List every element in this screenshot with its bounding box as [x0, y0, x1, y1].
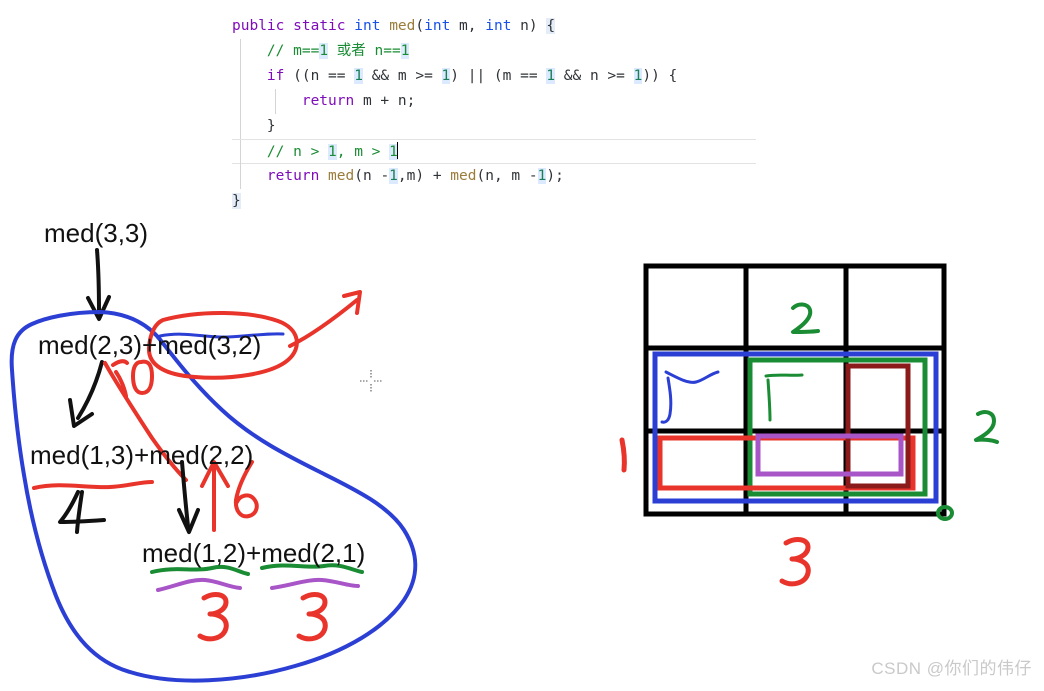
recursion-tree-diagram: med(3,3) med(2,3)+med(3,2) med(1,3)+med(… — [0, 200, 470, 691]
code-token: (n, m - — [476, 168, 538, 184]
move-cursor-icon — [360, 370, 382, 392]
grid-annotation-2-top — [791, 302, 820, 334]
grid-annotation-2-right — [974, 410, 999, 444]
grid-annotation-corner-circle — [936, 505, 954, 521]
code-token: n) — [511, 18, 547, 34]
tree-node-med12: med(1,2)+med(2,1) — [142, 538, 366, 568]
arrow-med23-to-med13 — [68, 360, 104, 428]
code-token: 1 — [400, 43, 410, 59]
red-arrow-from-med32 — [288, 290, 362, 348]
code-token: return — [301, 93, 355, 109]
code-token: int — [424, 18, 451, 34]
red-handwritten-10 — [111, 359, 155, 398]
indent-guide — [240, 64, 241, 89]
code-token: ); — [546, 168, 564, 184]
grid-ink-overlay — [619, 263, 999, 587]
code-token: (n - — [354, 168, 390, 184]
overlay-rect-blue — [652, 351, 939, 504]
red-underline-med13 — [32, 480, 154, 490]
code-token: if — [266, 68, 285, 84]
line-signature[interactable]: public static int med(int m, int n) { — [232, 14, 772, 39]
indent-guide — [240, 164, 241, 189]
red-handwritten-3-right — [296, 592, 328, 642]
code-token: 1 — [354, 68, 363, 84]
code-token: med — [389, 18, 416, 34]
csdn-watermark: CSDN @你们的伟仔 — [871, 659, 1032, 678]
indent-guide — [240, 39, 241, 64]
indent-guide — [275, 89, 276, 114]
code-token: ,m) + — [397, 168, 451, 184]
line-if[interactable]: if ((n == 1 && m >= 1) || (m == 1 && n >… — [232, 64, 772, 89]
black-handwritten-4 — [58, 490, 106, 534]
arrow-med22-to-med12 — [177, 460, 200, 534]
code-token: int — [354, 18, 381, 34]
code-token: // m== — [232, 43, 320, 59]
code-token: public — [232, 18, 285, 34]
code-token: 或者 n== — [328, 43, 401, 59]
line-return-rec[interactable]: return med(n -1,m) + med(n, m -1); — [232, 164, 772, 189]
code-token: int — [485, 18, 512, 34]
code-token: 1 — [319, 43, 329, 59]
purple-underline-med12 — [156, 577, 242, 592]
code-token: 1 — [389, 168, 398, 184]
green-scribble-cell-r2c2 — [764, 373, 804, 422]
code-token: static — [293, 18, 346, 34]
code-token: ) || (m == — [450, 68, 547, 84]
code-token: } — [232, 118, 276, 134]
code-token: && m >= — [362, 68, 442, 84]
code-token: // n > — [232, 144, 329, 160]
code-editor[interactable]: public static int med(int m, int n) { //… — [232, 14, 772, 214]
code-token: 1 — [328, 144, 337, 160]
code-token: ((n == — [284, 68, 355, 84]
grid-outer-border — [643, 263, 947, 517]
overlay-rect-green — [747, 357, 928, 497]
line-return-mn[interactable]: return m + n; — [232, 89, 772, 114]
line-comment-1[interactable]: // m==1 或者 n==1 — [232, 39, 772, 64]
blue-enclosing-loop — [9, 310, 418, 683]
code-token: return — [266, 168, 320, 184]
code-token: 1 — [441, 68, 451, 84]
overlay-rect-darkred — [845, 363, 911, 489]
code-token: && n >= — [555, 68, 634, 84]
indent-guide — [240, 89, 241, 114]
tree-node-med33: med(3,3) — [44, 218, 149, 248]
grid-lines — [643, 263, 947, 517]
red-handwritten-3-left — [197, 592, 229, 642]
text-caret — [396, 142, 399, 159]
overlay-rect-red — [657, 435, 916, 491]
purple-underline-med21 — [270, 577, 360, 590]
arrow-med33-to-med23 — [86, 248, 111, 321]
code-token: 1 — [546, 68, 556, 84]
indent-guide — [240, 140, 241, 165]
line-comment-2[interactable]: // n > 1, m > 1 — [232, 139, 756, 165]
code-token: med — [450, 168, 477, 184]
code-token: )) { — [642, 68, 678, 84]
indent-guide — [240, 114, 241, 139]
code-token: m + n; — [354, 93, 416, 109]
screenshot-root: public static int med(int m, int n) { //… — [0, 0, 1044, 691]
overlay-rect-purple — [755, 433, 904, 477]
code-token: ( — [415, 18, 425, 34]
line-close-if[interactable]: } — [232, 114, 772, 139]
code-token: m, — [450, 18, 486, 34]
code-token: , m > — [336, 144, 390, 160]
tree-node-med13: med(1,3)+med(2,2) — [30, 440, 254, 470]
grid-annotation-3-bottom — [779, 537, 811, 587]
red-up-arrow-med22 — [200, 460, 230, 532]
blue-scribble-cell-r2c1 — [660, 370, 720, 424]
tree-node-med23: med(2,3)+med(3,2) — [38, 330, 262, 360]
code-token: med — [328, 168, 355, 184]
grid-diagram — [600, 250, 1044, 610]
grid-annotation-1-left — [619, 437, 627, 473]
code-token: { — [546, 18, 556, 34]
